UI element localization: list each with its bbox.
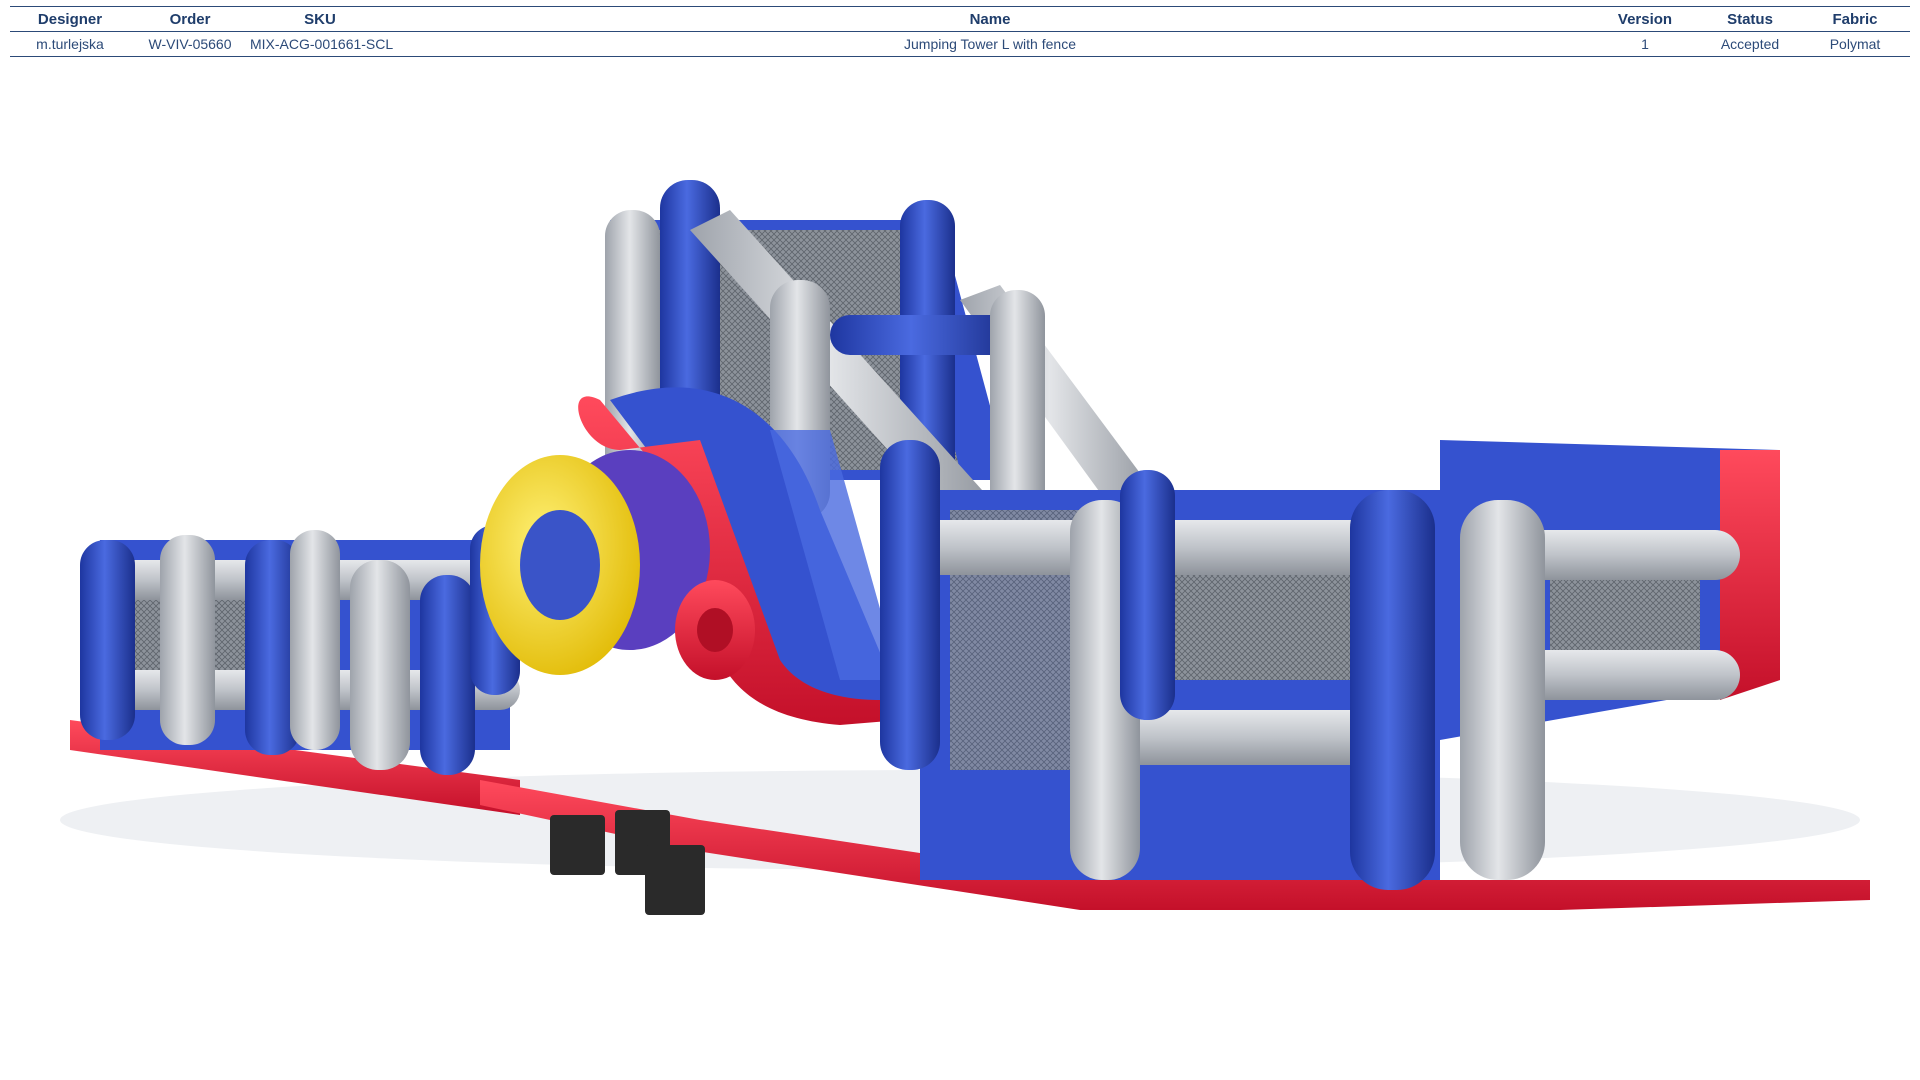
spec-header-row: Designer Order SKU Name Version Status F…	[10, 6, 1910, 32]
order-header: Order	[130, 6, 250, 32]
product-render-image	[60, 180, 1870, 915]
left-fence	[70, 525, 520, 815]
status-header: Status	[1700, 6, 1800, 32]
fabric-header: Fabric	[1800, 6, 1910, 32]
product-spec-table: Designer Order SKU Name Version Status F…	[10, 6, 1910, 57]
designer-value: m.turlejska	[10, 31, 130, 57]
sku-value: MIX-ACG-001661-SCL	[250, 31, 393, 57]
version-value: 1	[1590, 31, 1700, 57]
name-value: Jumping Tower L with fence	[390, 31, 1590, 57]
spec-value-row: m.turlejska W-VIV-05660 MIX-ACG-001661-S…	[10, 31, 1910, 57]
name-header: Name	[390, 6, 1590, 32]
sku-header: SKU	[250, 6, 390, 32]
fabric-value: Polymat	[1800, 31, 1910, 57]
status-value: Accepted	[1700, 31, 1800, 57]
order-value: W-VIV-05660	[130, 31, 250, 57]
version-header: Version	[1590, 6, 1700, 32]
designer-header: Designer	[10, 6, 130, 32]
